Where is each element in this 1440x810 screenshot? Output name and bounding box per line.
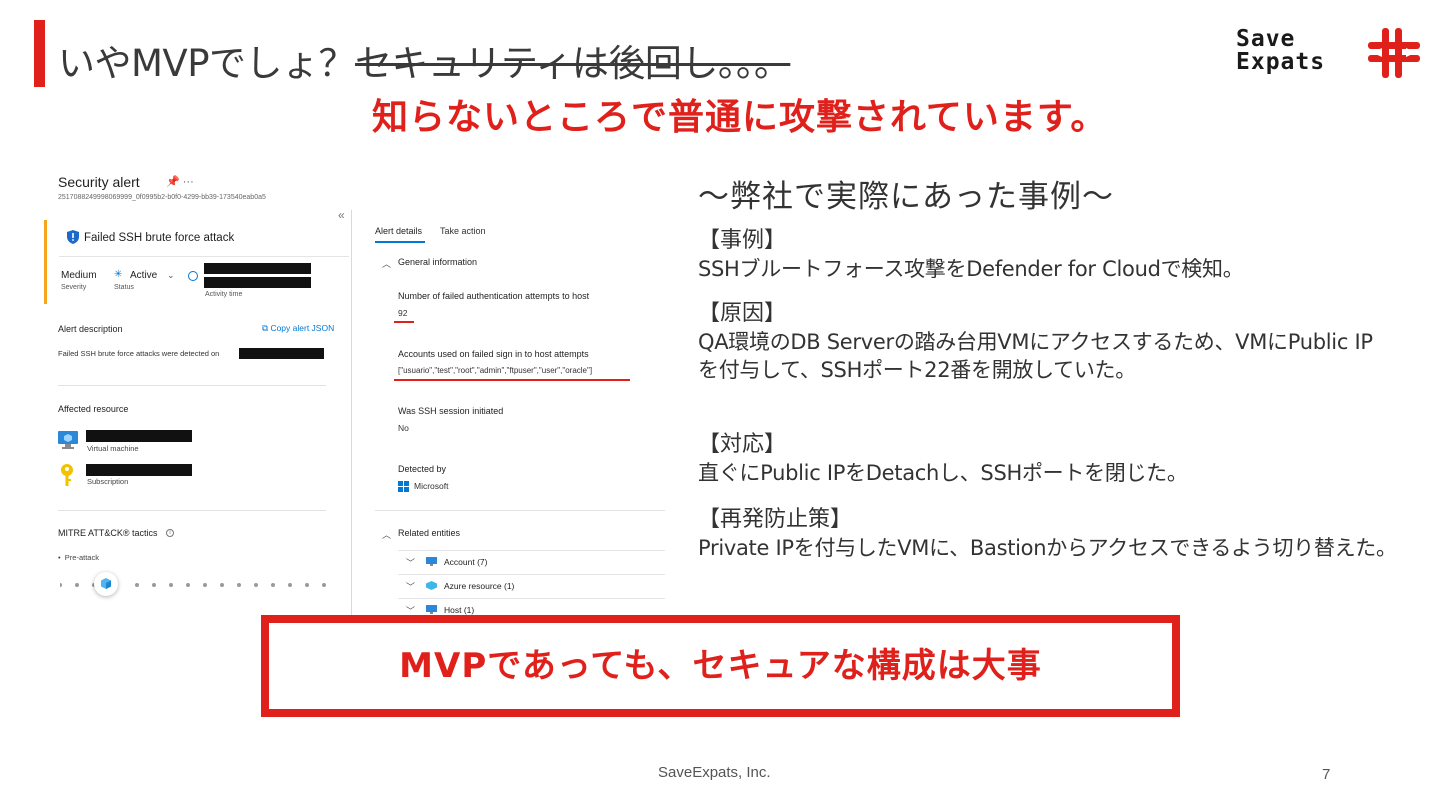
- host-icon: [426, 605, 437, 614]
- mitre-tactic-item: • Pre-attack: [58, 553, 99, 562]
- key-message-text: MVPであっても、セキュアな構成は大事: [399, 646, 1042, 686]
- resource-type-subscription: Subscription: [87, 477, 129, 486]
- defender-alert-screenshot: Security alert 📌 ··· 2517088249998069999…: [44, 160, 676, 620]
- more-options-icon[interactable]: ···: [183, 176, 194, 188]
- panel-divider: [351, 210, 352, 620]
- logo-mark-icon: [1368, 28, 1420, 78]
- case-section-response: 【対応】 直ぐにPublic IPをDetachし、SSHポートを閉じた。: [698, 430, 1398, 487]
- entity-row-azure-resource[interactable]: ﹀ Azure resource (1): [398, 574, 665, 598]
- entity-label: Azure resource (1): [444, 581, 515, 591]
- failed-attempts-value: 92: [398, 308, 408, 318]
- pin-icon[interactable]: 📌 ···: [166, 175, 194, 188]
- activity-time-label: Activity time: [205, 291, 243, 298]
- slide-title: いやMVPでしょ？セキュリティは後回し。。。: [58, 33, 791, 87]
- case-heading: 【対応】: [698, 432, 787, 457]
- copy-alert-json-label: Copy alert JSON: [270, 323, 335, 333]
- case-body: 直ぐにPublic IPをDetachし、SSHポートを閉じた。: [698, 461, 1188, 485]
- related-entities-header[interactable]: Related entities: [398, 528, 460, 538]
- security-alert-title: Security alert: [58, 174, 140, 190]
- alert-summary-card: Failed SSH brute force attack Medium Sev…: [44, 220, 351, 304]
- redacted-activity-time: [204, 263, 311, 274]
- section-divider: [375, 510, 665, 511]
- shield-icon: [67, 230, 79, 244]
- mitre-tactic-name: Pre-attack: [64, 553, 99, 562]
- chevron-up-icon[interactable]: ︿: [382, 528, 391, 541]
- account-icon: [426, 557, 437, 566]
- case-section-prevention: 【再発防止策】 Private IPを付与したVMに、Bastionからアクセス…: [698, 505, 1398, 562]
- case-study-title: ～弊社で実際にあった事例～: [698, 179, 1114, 215]
- alert-description-text: Failed SSH brute force attacks were dete…: [58, 349, 220, 358]
- chevron-down-icon[interactable]: ﹀: [406, 556, 415, 569]
- mitre-tactics-label: MITRE ATT&CK® tactics: [58, 528, 158, 538]
- redacted-activity-time-2: [204, 277, 311, 288]
- virtual-machine-icon: [58, 431, 78, 449]
- highlight-underline: [394, 321, 414, 323]
- accounts-used-value: ["usuario","test","root","admin","ftpuse…: [398, 366, 593, 375]
- case-section-incident: 【事例】 SSHブルートフォース攻撃をDefender for Cloudで検知…: [698, 226, 1398, 283]
- entity-row-account[interactable]: ﹀ Account (7): [398, 550, 665, 574]
- card-divider: [59, 256, 349, 257]
- case-heading: 【事例】: [698, 228, 787, 253]
- slide-subtitle: 知らないところで普通に攻撃されています。: [372, 97, 1108, 138]
- chevron-down-icon[interactable]: ﹀: [406, 580, 415, 593]
- severity-value: Medium: [61, 270, 97, 281]
- footer-company: SaveExpats, Inc.: [658, 764, 771, 781]
- case-body: QA環境のDB Serverの踏み台用VMにアクセスするため、VMにPublic…: [698, 330, 1373, 382]
- redacted-vm-name: [86, 430, 192, 442]
- status-value[interactable]: Active: [130, 270, 157, 281]
- key-message-callout: MVPであっても、セキュアな構成は大事: [261, 615, 1180, 717]
- accounts-used-label: Accounts used on failed sign in to host …: [398, 349, 589, 359]
- detected-by-label: Detected by: [398, 464, 447, 474]
- general-information-header[interactable]: General information: [398, 257, 477, 267]
- azure-resource-icon: [426, 581, 437, 590]
- active-tab-indicator: [375, 241, 425, 243]
- cube-icon: [101, 578, 111, 589]
- detected-by-value: Microsoft: [414, 481, 449, 491]
- ssh-session-label: Was SSH session initiated: [398, 406, 504, 416]
- failed-attempts-label: Number of failed authentication attempts…: [398, 291, 590, 301]
- logo-wordmark: Save Expats: [1236, 28, 1325, 74]
- info-icon[interactable]: i: [166, 529, 174, 537]
- ssh-session-value: No: [398, 423, 409, 433]
- highlight-underline: [394, 379, 630, 381]
- entity-label: Account (7): [444, 557, 488, 567]
- entity-label: Host (1): [444, 605, 475, 615]
- resource-type-vm: Virtual machine: [87, 444, 139, 453]
- status-chevron-down-icon[interactable]: ⌄: [167, 270, 175, 281]
- title-strikethrough: セキュリティは後回し。。。: [355, 42, 791, 85]
- case-body: Private IPを付与したVMに、Bastionからアクセスできるよう切り替…: [698, 536, 1397, 560]
- page-number: 7: [1322, 766, 1331, 783]
- case-heading: 【再発防止策】: [698, 507, 853, 532]
- affected-resource-label: Affected resource: [58, 404, 129, 414]
- saveexpats-logo: Save Expats: [1236, 28, 1420, 80]
- alert-name: Failed SSH brute force attack: [84, 232, 235, 244]
- section-divider: [58, 385, 326, 386]
- tab-alert-details[interactable]: Alert details: [375, 226, 422, 236]
- alert-id: 2517088249998069999_0f0995b2-b0f0-4299-b…: [58, 194, 266, 201]
- status-spinner-icon: ✳: [114, 269, 123, 280]
- copy-alert-json-link[interactable]: ⧉ Copy alert JSON: [262, 323, 334, 334]
- tab-take-action[interactable]: Take action: [440, 226, 486, 236]
- redacted-subscription-name: [86, 464, 192, 476]
- key-icon: [61, 464, 73, 486]
- chevron-up-icon[interactable]: ︿: [382, 257, 391, 270]
- case-body: SSHブルートフォース攻撃をDefender for Cloudで検知。: [698, 257, 1244, 281]
- section-divider: [58, 510, 326, 511]
- severity-label: Severity: [61, 284, 87, 291]
- title-accent-bar: [34, 20, 45, 87]
- case-section-cause: 【原因】 QA環境のDB Serverの踏み台用VMにアクセスするため、VMにP…: [698, 299, 1373, 384]
- title-plain: いやMVPでしょ？: [58, 42, 356, 85]
- microsoft-logo-icon: [398, 481, 409, 492]
- logo-line-1: Save: [1236, 26, 1296, 52]
- clock-icon: [188, 271, 198, 281]
- redacted-host-name: [239, 348, 324, 359]
- logo-line-2: Expats: [1236, 49, 1326, 75]
- status-label: Status: [114, 284, 134, 291]
- pre-attack-marker[interactable]: [94, 572, 118, 596]
- alert-description-label: Alert description: [58, 324, 123, 334]
- case-heading: 【原因】: [698, 301, 787, 326]
